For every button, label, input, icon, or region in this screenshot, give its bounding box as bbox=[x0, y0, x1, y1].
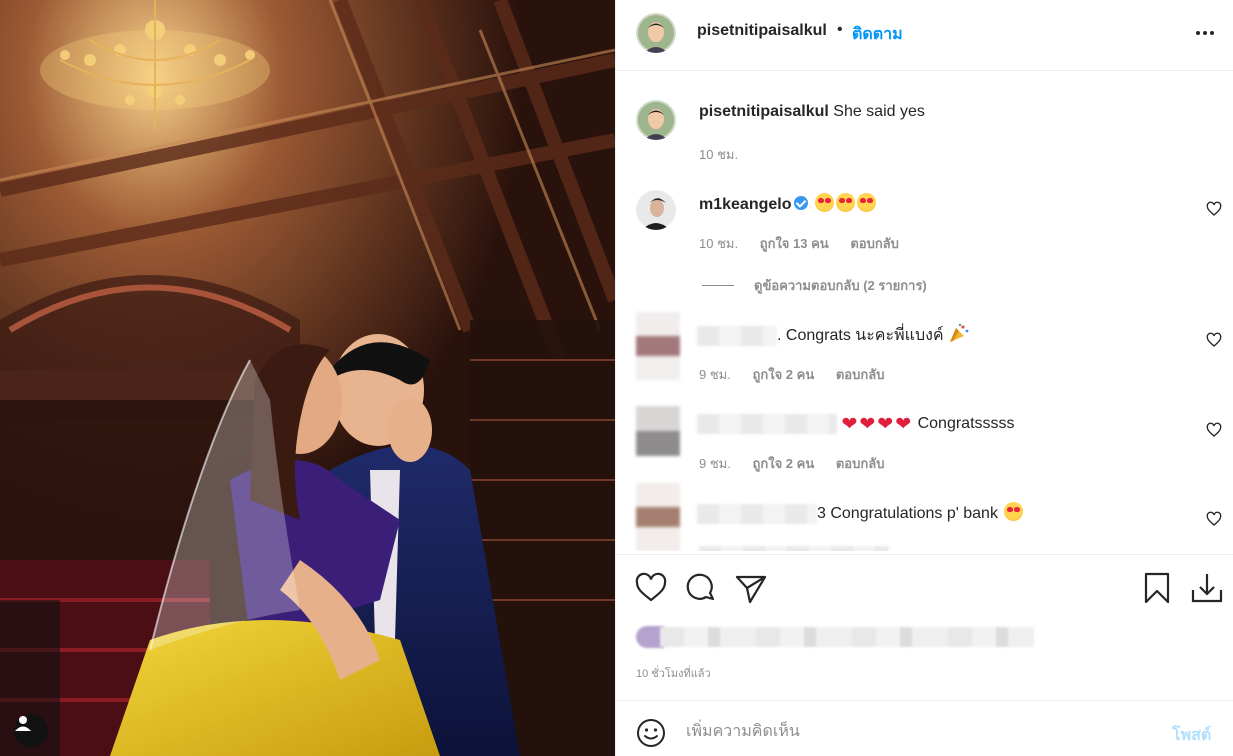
post-photo[interactable] bbox=[0, 0, 615, 756]
comment-avatar[interactable] bbox=[636, 406, 680, 456]
caption-time[interactable]: 10 ชม. bbox=[699, 147, 738, 162]
post-details-panel: pisetnitipaisalkul • ติดตาม pisetnitipai… bbox=[615, 0, 1233, 756]
like-comment-heart-icon[interactable] bbox=[1206, 511, 1222, 527]
author-username[interactable]: pisetnitipaisalkul bbox=[697, 22, 827, 40]
like-comment-heart-icon[interactable] bbox=[1206, 332, 1222, 348]
emoji-smile-icon[interactable] bbox=[636, 718, 666, 748]
comment-input[interactable] bbox=[686, 718, 1156, 746]
comment-body: m1keangelo bbox=[699, 193, 876, 214]
author-avatar[interactable] bbox=[636, 13, 676, 53]
view-replies-button[interactable]: ดูข้อความตอบกลับ (2 รายการ) bbox=[702, 275, 927, 296]
heart-eyes-emoji-icon bbox=[1004, 502, 1024, 521]
comment-meta: 9 ชม. ถูกใจ 2 คน ตอบกลับ bbox=[699, 364, 902, 385]
red-heart-icon: ❤ bbox=[877, 414, 894, 435]
comment-avatar[interactable] bbox=[636, 190, 676, 230]
comments-list[interactable]: pisetnitipaisalkul She said yes 10 ชม. m… bbox=[616, 71, 1233, 551]
add-comment-bar: โพสต์ bbox=[616, 700, 1233, 756]
blurred-username[interactable] bbox=[697, 503, 817, 524]
comment-likes[interactable]: ถูกใจ 13 คน bbox=[760, 236, 829, 251]
follow-button[interactable]: ติดตาม bbox=[852, 22, 903, 47]
comment-meta: 10 ชม. ถูกใจ 13 คน ตอบกลับ bbox=[699, 233, 917, 254]
like-heart-icon[interactable] bbox=[634, 571, 668, 605]
post-actions: 10 ชั่วโมงที่แล้ว bbox=[616, 554, 1233, 700]
post-image-illustration bbox=[0, 0, 615, 756]
caption-author-avatar[interactable] bbox=[636, 100, 676, 140]
comment-meta: 9 ชม. ถูกใจ 2 คน ตอบกลับ bbox=[699, 453, 902, 474]
party-popper-icon bbox=[950, 323, 969, 342]
caption-text: She said yes bbox=[833, 103, 925, 120]
heart-eyes-emoji-icon bbox=[814, 193, 834, 212]
liked-by-row[interactable] bbox=[636, 626, 1034, 648]
liked-by-blurred-text bbox=[660, 627, 1034, 647]
save-bookmark-icon[interactable] bbox=[1140, 571, 1174, 605]
user-icon bbox=[15, 716, 31, 731]
post-header: pisetnitipaisalkul • ติดตาม bbox=[616, 0, 1233, 71]
caption: pisetnitipaisalkul She said yes bbox=[699, 103, 925, 121]
header-separator: • bbox=[837, 21, 843, 38]
reply-button[interactable]: ตอบกลับ bbox=[836, 367, 885, 382]
instagram-post-modal: pisetnitipaisalkul • ติดตาม pisetnitipai… bbox=[0, 0, 1233, 756]
clipped-meta-row bbox=[699, 545, 889, 551]
post-timestamp[interactable]: 10 ชั่วโมงที่แล้ว bbox=[636, 664, 711, 682]
comment-text: 3 Congratulations p' bank bbox=[817, 505, 998, 522]
comment-meta-clipped bbox=[699, 543, 907, 551]
blurred-username[interactable] bbox=[697, 413, 837, 434]
reply-button[interactable]: ตอบกลับ bbox=[836, 456, 885, 471]
like-comment-heart-icon[interactable] bbox=[1206, 201, 1222, 217]
share-paper-plane-icon[interactable] bbox=[734, 571, 768, 605]
comment-body: 3 Congratulations p' bank bbox=[697, 502, 1024, 524]
comment-username[interactable]: m1keangelo bbox=[699, 196, 791, 213]
caption-meta: 10 ชม. bbox=[699, 144, 756, 165]
like-comment-heart-icon[interactable] bbox=[1206, 422, 1222, 438]
comment-time[interactable]: 9 ชม. bbox=[699, 456, 731, 471]
red-heart-icon: ❤ bbox=[895, 414, 912, 435]
comment-time[interactable]: 10 ชม. bbox=[699, 236, 738, 251]
comment-body: . Congrats นะคะพี่แบงค์ bbox=[697, 323, 970, 348]
comment-time[interactable]: 9 ชม. bbox=[699, 367, 731, 382]
comment-likes[interactable]: ถูกใจ 2 คน bbox=[752, 456, 814, 471]
comment-avatar[interactable] bbox=[636, 312, 680, 380]
download-icon[interactable] bbox=[1190, 571, 1224, 605]
view-replies-label: ดูข้อความตอบกลับ (2 รายการ) bbox=[754, 278, 927, 293]
heart-eyes-emoji-icon bbox=[835, 193, 855, 212]
reply-button[interactable]: ตอบกลับ bbox=[850, 236, 899, 251]
comment-bubble-icon[interactable] bbox=[684, 571, 718, 605]
comment-text: Congratsssss bbox=[917, 415, 1015, 432]
divider-line bbox=[702, 285, 734, 286]
caption-username[interactable]: pisetnitipaisalkul bbox=[699, 103, 829, 120]
comment-body: ❤ ❤ ❤ ❤ Congratsssss bbox=[697, 413, 1015, 436]
heart-eyes-emoji-icon bbox=[856, 193, 876, 212]
comment-avatar[interactable] bbox=[636, 483, 680, 551]
comment-text: . Congrats นะคะพี่แบงค์ bbox=[777, 327, 944, 344]
red-heart-icon: ❤ bbox=[841, 414, 858, 435]
red-heart-icon: ❤ bbox=[859, 414, 876, 435]
post-comment-button[interactable]: โพสต์ bbox=[1172, 723, 1211, 748]
blurred-username[interactable] bbox=[697, 325, 777, 346]
verified-badge-icon bbox=[794, 196, 809, 210]
tagged-people-button[interactable] bbox=[14, 714, 48, 748]
comment-likes[interactable]: ถูกใจ 2 คน bbox=[752, 367, 814, 382]
more-options-icon[interactable] bbox=[1194, 22, 1216, 44]
